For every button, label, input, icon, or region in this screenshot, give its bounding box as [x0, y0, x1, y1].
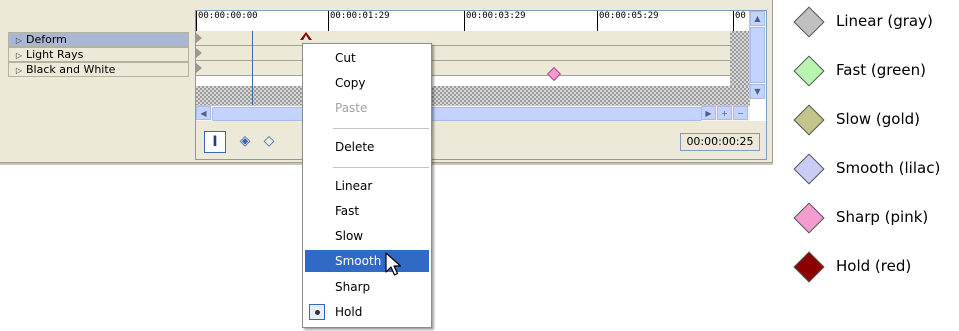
prev-keyframe-icon[interactable]: ◇ — [258, 131, 280, 153]
track-row-deform[interactable]: ▷ Deform — [8, 32, 189, 47]
controller-toolbar: I ◈ ◇ 00:00:00:25 — [196, 121, 766, 159]
scroll-up-icon[interactable]: ▲ — [750, 11, 765, 26]
lane-start-marker-icon — [196, 33, 202, 43]
linear-diamond-icon — [793, 6, 825, 38]
menu-item-hold[interactable]: Hold — [305, 301, 429, 323]
horizontal-scroll-thumb[interactable] — [212, 107, 702, 121]
ruler-tick-label: 00 — [733, 11, 746, 31]
menu-item-hold-row[interactable]: Hold — [305, 301, 429, 323]
menu-item-cut[interactable]: Cut — [305, 47, 429, 69]
expand-triangle-icon[interactable]: ▷ — [9, 64, 26, 77]
legend-item-hold: Hold (red) — [792, 251, 957, 283]
scroll-right-icon[interactable]: ▶ — [701, 106, 716, 120]
menu-item-smooth[interactable]: Smooth — [305, 250, 429, 272]
expand-triangle-icon[interactable]: ▷ — [9, 49, 26, 62]
ruler-tick-label: 00:00:05:29 — [597, 11, 659, 31]
keyframe-lane-light-rays[interactable] — [196, 46, 730, 61]
track-label: Light Rays — [26, 48, 84, 61]
keyframe-lane-deform[interactable] — [196, 31, 730, 46]
track-list: ▷ Deform ▷ Light Rays ▷ Black and White — [8, 32, 189, 84]
legend-item-sharp: Sharp (pink) — [792, 202, 957, 234]
timeline-area[interactable]: 00:00:00:00 00:00:01:29 00:00:03:29 00:0… — [195, 10, 767, 160]
legend-label: Smooth (lilac) — [836, 159, 941, 177]
out-of-range-area — [730, 31, 750, 86]
first-keyframe-icon[interactable]: ◈ — [234, 131, 256, 153]
empty-track-area — [196, 86, 750, 105]
horizontal-scrollbar[interactable]: ◀ ▶ + − — [196, 105, 750, 121]
menu-item-paste[interactable]: Paste — [305, 97, 429, 119]
track-row-black-and-white[interactable]: ▷ Black and White — [8, 62, 189, 77]
ruler-tick-label: 00:00:01:29 — [328, 11, 390, 31]
legend-label: Hold (red) — [836, 257, 912, 275]
track-label: Black and White — [26, 63, 116, 76]
track-row-light-rays[interactable]: ▷ Light Rays — [8, 47, 189, 62]
legend-label: Sharp (pink) — [836, 208, 929, 226]
menu-item-copy[interactable]: Copy — [305, 72, 429, 94]
vertical-scrollbar[interactable]: ▲ ▼ — [749, 11, 766, 99]
mouse-pointer-icon — [385, 252, 402, 276]
hold-keyframe-marker[interactable] — [300, 32, 312, 40]
track-label: Deform — [26, 33, 67, 46]
menu-item-linear[interactable]: Linear — [305, 175, 429, 197]
fast-diamond-icon — [793, 55, 825, 87]
legend-label: Linear (gray) — [836, 12, 933, 30]
lane-start-marker-icon — [196, 63, 202, 73]
menu-item-sharp[interactable]: Sharp — [305, 276, 429, 298]
keyframe-lane-black-and-white[interactable] — [196, 61, 730, 76]
legend-label: Fast (green) — [836, 61, 926, 79]
menu-item-fast[interactable]: Fast — [305, 200, 429, 222]
time-ruler[interactable]: 00:00:00:00 00:00:01:29 00:00:03:29 00:0… — [196, 11, 750, 32]
zoom-out-icon[interactable]: − — [733, 106, 748, 120]
sharp-diamond-icon — [793, 202, 825, 234]
timecode-display[interactable]: 00:00:00:25 — [680, 133, 760, 151]
legend-item-linear: Linear (gray) — [792, 6, 957, 38]
menu-separator — [333, 167, 429, 168]
legend-item-fast: Fast (green) — [792, 55, 957, 87]
menu-item-delete[interactable]: Delete — [305, 136, 429, 158]
scroll-down-icon[interactable]: ▼ — [750, 84, 765, 99]
scroll-thumb[interactable] — [750, 27, 765, 83]
lane-start-marker-icon — [196, 48, 202, 58]
hold-diamond-icon — [793, 251, 825, 283]
zoom-in-icon[interactable]: + — [717, 106, 732, 120]
scroll-left-icon[interactable]: ◀ — [196, 106, 211, 120]
smooth-diamond-icon — [793, 153, 825, 185]
menu-separator — [333, 128, 429, 129]
ruler-tick-label: 00:00:03:29 — [464, 11, 526, 31]
lock-envelope-icon[interactable]: I — [204, 131, 226, 153]
legend-item-slow: Slow (gold) — [792, 104, 957, 136]
keyframe-context-menu: Cut Copy Paste Delete Linear Fast Slow S… — [302, 43, 432, 328]
legend-label: Slow (gold) — [836, 110, 920, 128]
legend-item-smooth: Smooth (lilac) — [792, 153, 957, 185]
ruler-tick-label: 00:00:00:00 — [196, 11, 258, 31]
slow-diamond-icon — [793, 104, 825, 136]
expand-triangle-icon[interactable]: ▷ — [9, 34, 26, 47]
menu-item-slow[interactable]: Slow — [305, 225, 429, 247]
